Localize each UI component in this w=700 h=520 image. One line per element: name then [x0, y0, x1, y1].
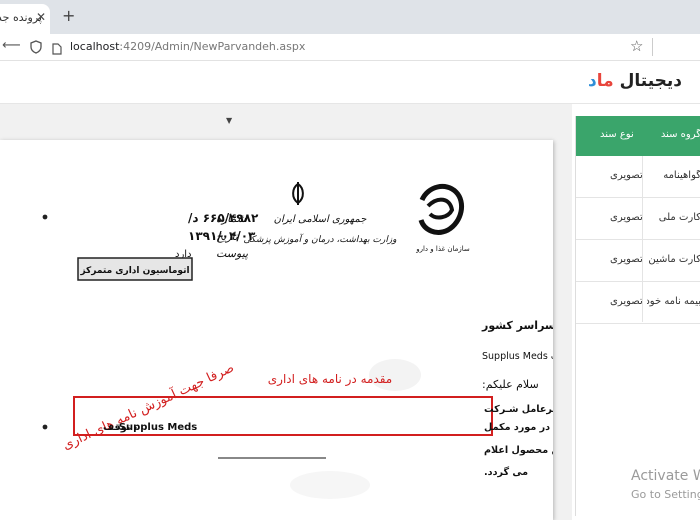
letter-subject: موضوع :توقف ریکال محصول دارای برچسب اصال… — [482, 351, 553, 362]
address-bar: ⟵ localhost:4209/Admin/NewParvandeh.aspx… — [0, 34, 700, 61]
ministry-line-1: جمهوری اسلامی ایران — [274, 214, 368, 225]
body-line-3: فراخوان ( Recall ) در مورد نمونه های دار… — [484, 445, 553, 456]
column-divider — [642, 156, 643, 322]
row-type: تصویری — [610, 254, 643, 265]
automation-stamp: اتوماسیون اداری متمرکز — [77, 257, 193, 281]
row-group: گواهینامه — [663, 170, 700, 181]
browser-tab-strip: پرونده جد ✕ + — [0, 0, 700, 34]
row-type: تصویری — [610, 212, 643, 223]
table-row[interactable]: تصویری بیمه نامه خودرو — [576, 282, 700, 324]
letter-number-label: شماره — [216, 212, 247, 225]
column-header-group[interactable]: گروه سند — [654, 129, 700, 140]
ministry-line-2: وزارت بهداشت، درمان و آموزش پزشکی — [243, 233, 397, 245]
letter-attach-label: پیوست — [216, 247, 248, 260]
ministry-title: جمهوری اسلامی ایران وزارت بهداشت، درمان … — [243, 214, 397, 245]
bookmark-star-icon[interactable]: ☆ — [630, 37, 643, 55]
app-header: دیجیتال ماد — [0, 61, 700, 104]
fda-logo: سازمان غذا و دارو — [415, 183, 470, 253]
close-tab-icon[interactable]: ✕ — [36, 10, 46, 24]
body-line-2a: لابراتوارهای داروهای گیاهی طبیعت زنده در… — [484, 421, 553, 433]
activate-windows-title: Activate W — [631, 468, 700, 484]
letter-date-label: تاریخ — [216, 230, 240, 243]
body-line-4: می گردد. — [484, 466, 528, 478]
row-group: بیمه نامه خودرو — [647, 296, 700, 307]
document-list-panel: نوع سند گروه سند تصویری گواهینامه تصویری… — [575, 116, 700, 516]
app-logo[interactable]: دیجیتال ماد — [588, 71, 682, 91]
table-header: نوع سند گروه سند — [576, 116, 700, 156]
back-arrow-icon[interactable]: ⟵ — [2, 38, 21, 53]
row-group: کارت ماشین — [648, 254, 700, 265]
row-type: تصویری — [610, 296, 643, 307]
activate-windows-subtitle: Go to Settings — [631, 488, 700, 501]
org-name: سازمان غذا و دارو — [415, 245, 470, 253]
page-icon — [52, 40, 62, 59]
new-tab-button[interactable]: + — [62, 6, 75, 25]
browser-tab[interactable]: پرونده جد ✕ — [0, 4, 50, 34]
letter-salutation: سلام علیکم: — [482, 378, 539, 391]
column-header-type[interactable]: نوع سند — [600, 129, 634, 140]
stamp-text: اتوماسیون اداری متمرکز — [79, 266, 189, 276]
document-page-canvas: ۶۶۵/۴۹۸۲ د/ شماره ۱۳۹۱/۰۴/۰۳ تاریخ دارد … — [42, 182, 553, 499]
row-group: کارت ملّی — [658, 212, 700, 223]
letter-recipient: معاونین محترم غذا و داروی دانشگاههای سرا… — [481, 319, 553, 332]
logo-text-ma: ما — [596, 71, 614, 91]
table-row[interactable]: تصویری کارت ملّی — [576, 198, 700, 240]
logo-text-d: د — [588, 71, 597, 91]
iran-emblem — [292, 182, 304, 205]
toolbar-divider — [652, 38, 653, 56]
training-watermark: صرفا جهت آموزش نامه های اداری — [60, 359, 237, 454]
table-row[interactable]: تصویری گواهینامه — [576, 156, 700, 198]
body-line-1: احتراماً با عنایت به رفع نواقص موجـود در… — [484, 402, 553, 415]
body-line-2c: ، توقف — [103, 422, 138, 433]
intro-annotation: مقدمه در نامه های اداری — [268, 372, 393, 387]
shield-icon[interactable] — [30, 39, 42, 58]
dropdown-caret-icon[interactable]: ▼ — [226, 116, 232, 125]
table-row[interactable]: تصویری کارت ماشین — [576, 240, 700, 282]
hole-punch-mark — [42, 424, 48, 430]
paper-stain — [290, 471, 370, 499]
row-type: تصویری — [610, 170, 643, 181]
url-field[interactable]: localhost:4209/Admin/NewParvandeh.aspx — [70, 40, 305, 53]
url-path: :4209/Admin/NewParvandeh.aspx — [119, 40, 306, 53]
logo-text-digital: دیجیتال — [613, 71, 682, 91]
hole-punch-mark — [42, 214, 48, 220]
url-host: localhost — [70, 40, 120, 53]
document-page: ۶۶۵/۴۹۸۲ د/ شماره ۱۳۹۱/۰۴/۰۳ تاریخ دارد … — [0, 140, 553, 520]
